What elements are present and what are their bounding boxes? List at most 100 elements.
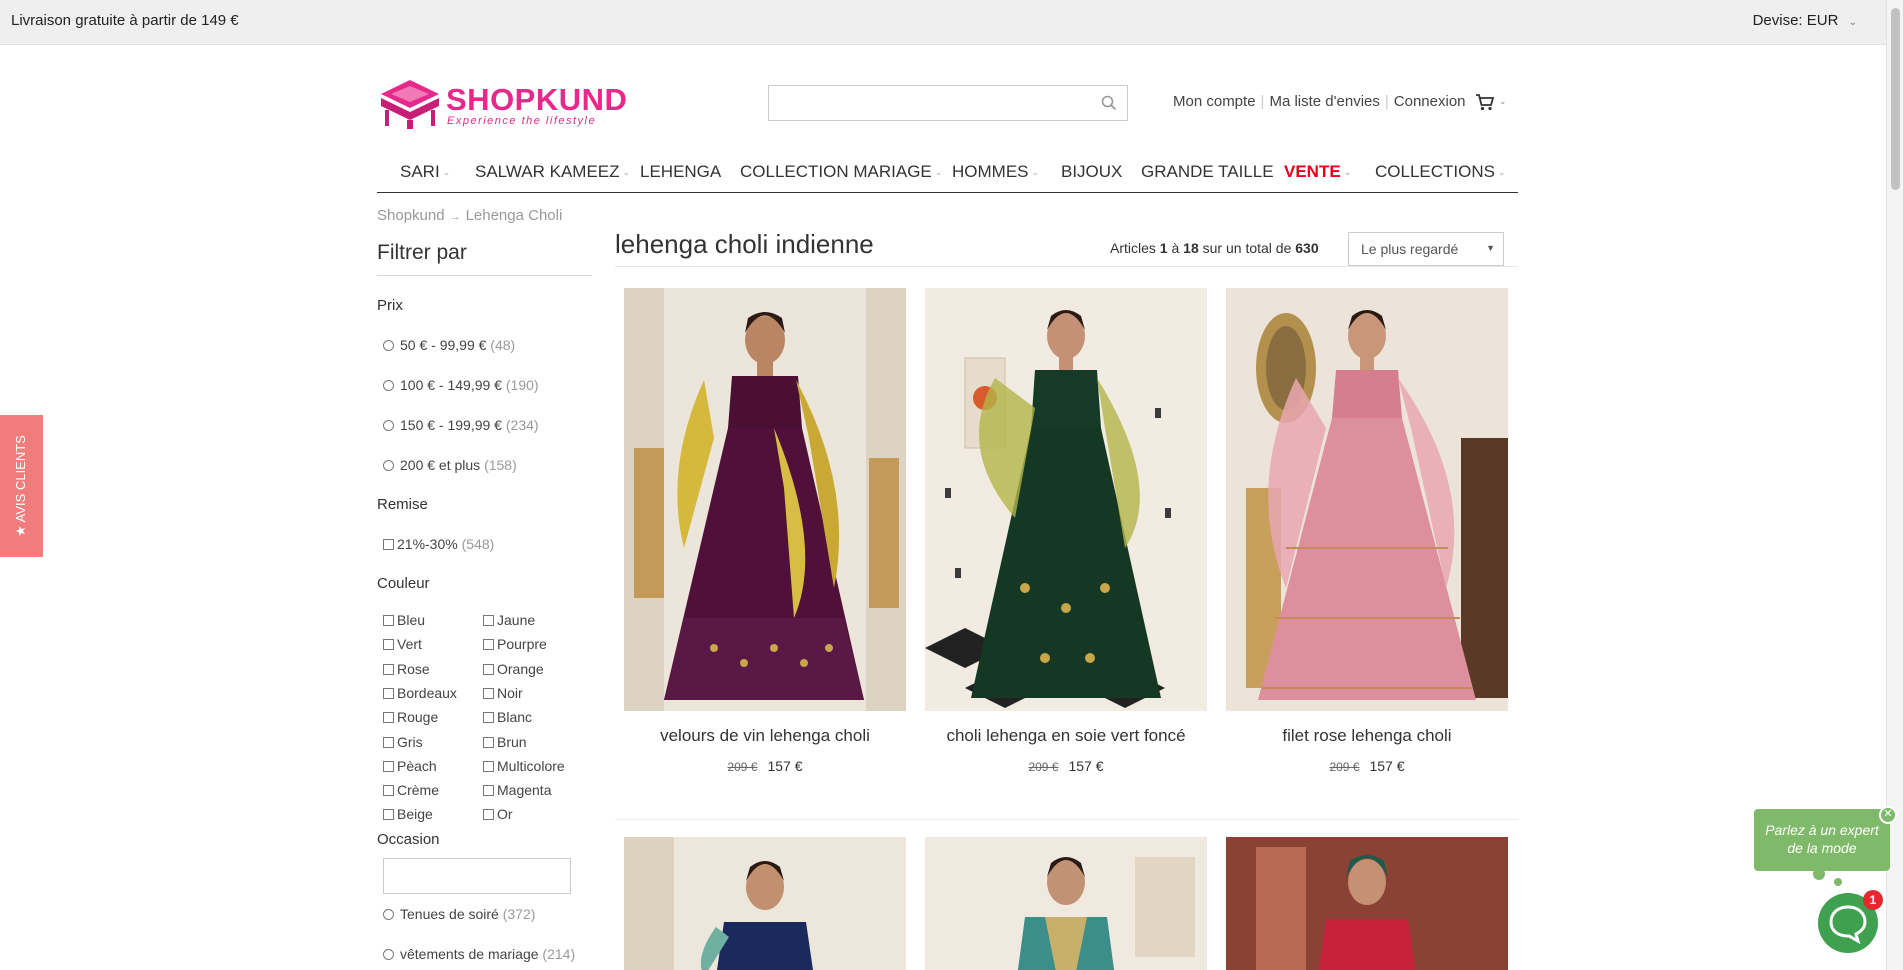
close-icon[interactable]: ✕ (1879, 806, 1897, 824)
product-card[interactable] (624, 837, 906, 970)
my-account-link[interactable]: Mon compte (1173, 93, 1256, 110)
radio-button[interactable] (383, 949, 394, 960)
checkbox[interactable] (383, 639, 394, 651)
radio-button[interactable] (383, 380, 394, 391)
product-image[interactable] (624, 837, 906, 970)
filter-color-option[interactable]: Bordeaux (383, 685, 457, 701)
scrollbar-thumb[interactable] (1891, 8, 1900, 190)
currency-selector[interactable]: Devise: EUR ⌄ (1753, 12, 1857, 29)
filter-color-option[interactable]: Gris (383, 734, 423, 750)
product-name[interactable]: choli lehenga en soie vert foncé (925, 726, 1207, 746)
filter-color-option[interactable]: Blanc (483, 709, 532, 725)
filter-color-option[interactable]: Noir (483, 685, 523, 701)
filter-color-option[interactable]: Pèach (383, 758, 437, 774)
customer-reviews-tab[interactable]: ★ AVIS CLIENTS (0, 415, 43, 557)
reviews-tab-label: ★ AVIS CLIENTS (13, 435, 28, 537)
sort-select[interactable]: Le plus regardé ▼ (1348, 232, 1504, 266)
nav-item-bijoux[interactable]: BIJOUX (1061, 162, 1122, 182)
search-input[interactable] (769, 86, 1079, 120)
product-image[interactable] (925, 288, 1207, 711)
checkbox[interactable] (383, 736, 394, 748)
nav-item-collection-mariage[interactable]: COLLECTION MARIAGE ⌄ (740, 162, 942, 182)
product-name[interactable]: filet rose lehenga choli (1226, 726, 1508, 746)
product-image[interactable] (1226, 837, 1508, 970)
filter-price-option[interactable]: 100 € - 149,99 € (190) (383, 377, 539, 393)
search-box[interactable] (768, 85, 1128, 121)
option-label: Gris (397, 733, 423, 750)
filter-color-option[interactable]: Or (483, 806, 513, 822)
checkbox[interactable] (383, 712, 394, 724)
option-count: (190) (505, 377, 539, 393)
checkbox[interactable] (383, 687, 394, 699)
product-image[interactable] (925, 837, 1207, 970)
account-links: Mon compte | Ma liste d'envies | Connexion (1173, 93, 1466, 110)
filter-color-option[interactable]: Beige (383, 806, 433, 822)
checkbox[interactable] (483, 663, 494, 675)
checkbox[interactable] (483, 785, 494, 797)
product-card[interactable] (1226, 837, 1508, 970)
chat-bubble-dot (1834, 878, 1842, 886)
checkbox[interactable] (483, 760, 494, 772)
radio-button[interactable] (383, 420, 394, 431)
checkbox[interactable] (483, 615, 494, 626)
filter-occasion-option[interactable]: Tenues de soiré (372) (383, 906, 535, 922)
logo-tagline: Experience the lifestyle (447, 115, 597, 127)
search-icon[interactable] (1101, 95, 1117, 111)
checkbox[interactable] (383, 785, 394, 797)
option-label: 200 € et plus (400, 457, 481, 473)
filter-price-option[interactable]: 200 € et plus (158) (383, 457, 517, 473)
filter-color-option[interactable]: Rouge (383, 709, 438, 725)
filter-color-option[interactable]: Orange (483, 661, 544, 677)
filter-color-option[interactable]: Vert (383, 636, 422, 652)
checkbox[interactable] (383, 539, 394, 550)
product-image[interactable] (1226, 288, 1508, 711)
checkbox[interactable] (483, 809, 494, 821)
checkbox[interactable] (383, 615, 394, 626)
filter-occasion-option[interactable]: vêtements de mariage (214) (383, 946, 575, 962)
filter-color-option[interactable]: Rose (383, 661, 430, 677)
chevron-down-icon: ⌄ (1031, 167, 1040, 177)
nav-item-lehenga[interactable]: LEHENGA (640, 162, 721, 182)
nav-item-hommes[interactable]: HOMMES ⌄ (952, 162, 1039, 182)
cart-button[interactable]: ⌄ (1475, 93, 1507, 116)
checkbox[interactable] (483, 712, 494, 724)
filter-color-option[interactable]: Pourpre (483, 636, 547, 652)
filter-discount-option[interactable]: 21%-30% (548) (383, 536, 494, 552)
product-image[interactable] (624, 288, 906, 711)
breadcrumb: Shopkund → Lehenga Choli (377, 207, 562, 224)
chevron-down-icon: ⌄ (934, 167, 943, 177)
nav-item-collections[interactable]: COLLECTIONS ⌄ (1375, 162, 1506, 182)
checkbox[interactable] (483, 687, 494, 699)
occasion-search-input[interactable] (383, 858, 571, 894)
login-link[interactable]: Connexion (1394, 93, 1466, 110)
breadcrumb-home[interactable]: Shopkund (377, 207, 445, 224)
checkbox[interactable] (383, 809, 394, 821)
radio-button[interactable] (383, 460, 394, 471)
nav-item-grande-taille[interactable]: GRANDE TAILLE (1141, 162, 1274, 182)
checkbox[interactable] (383, 663, 394, 675)
nav-item-vente[interactable]: VENTE ⌄ (1284, 162, 1351, 182)
nav-item-sari[interactable]: SARI ⌄ (400, 162, 450, 182)
site-logo[interactable]: SHOPKUND Experience the lifestyle (377, 78, 627, 130)
chat-prompt-bubble[interactable]: Parlez à un expert de la mode (1754, 809, 1890, 871)
filter-color-option[interactable]: Brun (483, 734, 527, 750)
checkbox[interactable] (483, 736, 494, 748)
filter-color-option[interactable]: Magenta (483, 782, 551, 798)
filter-price-option[interactable]: 50 € - 99,99 € (48) (383, 337, 515, 353)
option-label: Jaune (497, 612, 536, 628)
filter-color-option[interactable]: Jaune (483, 612, 535, 628)
chat-bubble-dot (1813, 868, 1825, 880)
radio-button[interactable] (383, 909, 394, 920)
product-name[interactable]: velours de vin lehenga choli (624, 726, 906, 746)
nav-item-salwar-kameez[interactable]: SALWAR KAMEEZ ⌄ (475, 162, 630, 182)
filter-color-option[interactable]: Multicolore (483, 758, 565, 774)
product-card[interactable] (925, 837, 1207, 970)
option-count: (48) (490, 337, 516, 353)
wishlist-link[interactable]: Ma liste d'envies (1269, 93, 1379, 110)
radio-button[interactable] (383, 340, 394, 351)
filter-price-option[interactable]: 150 € - 199,99 € (234) (383, 417, 539, 433)
checkbox[interactable] (483, 639, 494, 651)
checkbox[interactable] (383, 760, 394, 772)
filter-color-option[interactable]: Crème (383, 782, 439, 798)
filter-color-option[interactable]: Bleu (383, 612, 425, 628)
